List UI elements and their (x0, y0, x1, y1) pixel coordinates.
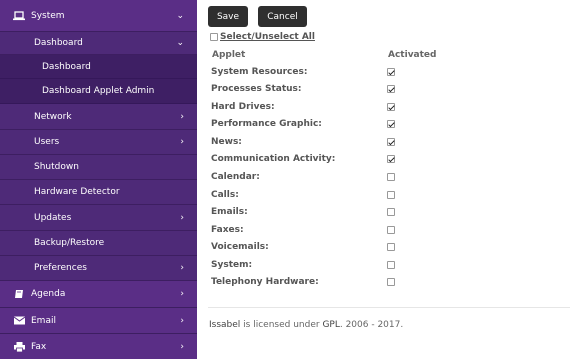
applet-checkbox[interactable] (387, 120, 395, 128)
column-header-applet: Applet (212, 50, 246, 60)
sidebar-item-label: Dashboard (42, 61, 91, 72)
select-all-link[interactable]: Select/Unselect All (220, 32, 315, 42)
applet-label: Processes Status: (211, 84, 302, 94)
footer-text: . 2006 - 2017. (339, 320, 404, 330)
applet-label: Performance Graphic: (211, 119, 322, 129)
printer-icon (13, 341, 25, 352)
sidebar-item-label: Updates (34, 212, 72, 223)
cancel-button[interactable]: Cancel (258, 6, 307, 27)
applet-checkbox[interactable] (387, 85, 395, 93)
applet-checkbox[interactable] (387, 226, 395, 234)
applet-checkbox[interactable] (387, 278, 395, 286)
sidebar-item-fax[interactable]: Fax › (0, 334, 197, 359)
sidebar-item-dashboard[interactable]: Dashboard ⌄ (0, 32, 197, 55)
chevron-right-icon: › (180, 341, 184, 352)
sidebar-item-label: Backup/Restore (34, 238, 105, 248)
sidebar-item-email[interactable]: Email › (0, 308, 197, 334)
sidebar-item-hardware-detector[interactable]: Hardware Detector (0, 180, 197, 205)
sidebar-item-label: Preferences (34, 263, 87, 273)
applet-checkbox[interactable] (387, 243, 395, 251)
column-header-activated: Activated (388, 50, 437, 60)
book-icon (13, 289, 25, 299)
footer: Issabel is licensed under GPL. 2006 - 20… (209, 320, 403, 330)
issabel-link[interactable]: Issabel (209, 320, 240, 330)
sidebar: System ⌄ Dashboard ⌄ Dashboard Dashboard… (0, 0, 197, 359)
applet-label: Calls: (211, 190, 239, 200)
sidebar-item-label: Users (34, 137, 60, 147)
chevron-right-icon: › (180, 111, 184, 122)
applet-label: Faxes: (211, 225, 244, 235)
sidebar-item-agenda[interactable]: Agenda › (0, 281, 197, 308)
applet-label: News: (211, 137, 242, 147)
applet-label: Emails: (211, 207, 248, 217)
applet-label: Hard Drives: (211, 102, 275, 112)
footer-text: is licensed under (240, 320, 323, 330)
sidebar-item-label: Dashboard (34, 38, 83, 48)
chevron-down-icon: ⌄ (176, 10, 184, 21)
sidebar-item-label: Fax (31, 341, 47, 352)
sidebar-item-preferences[interactable]: Preferences › (0, 256, 197, 281)
applet-checkbox[interactable] (387, 208, 395, 216)
chevron-down-icon: ⌄ (176, 38, 184, 48)
applet-checkbox[interactable] (387, 261, 395, 269)
applet-checkbox[interactable] (387, 138, 395, 146)
applet-label: Telephony Hardware: (211, 277, 319, 287)
chevron-right-icon: › (180, 212, 184, 223)
laptop-icon (13, 10, 25, 21)
sidebar-item-label: Email (31, 315, 56, 326)
applet-checkbox[interactable] (387, 173, 395, 181)
sidebar-item-label: Hardware Detector (34, 187, 120, 197)
applet-label: Calendar: (211, 172, 260, 182)
applet-checkbox[interactable] (387, 68, 395, 76)
applet-checkbox[interactable] (387, 103, 395, 111)
chevron-right-icon: › (180, 315, 184, 326)
gpl-link[interactable]: GPL (322, 320, 339, 330)
sidebar-item-label: System (31, 10, 65, 21)
save-button[interactable]: Save (208, 6, 248, 27)
envelope-icon (13, 316, 25, 326)
divider (208, 307, 570, 308)
chevron-right-icon: › (180, 137, 184, 147)
sidebar-item-label: Shutdown (34, 162, 79, 172)
sidebar-item-label: Agenda (31, 289, 66, 299)
applet-label: Communication Activity: (211, 154, 336, 164)
sidebar-item-shutdown[interactable]: Shutdown (0, 155, 197, 180)
applet-label: System Resources: (211, 67, 308, 77)
applet-checkbox[interactable] (387, 155, 395, 163)
select-all-checkbox[interactable] (210, 33, 218, 41)
sidebar-item-backup-restore[interactable]: Backup/Restore (0, 231, 197, 256)
sidebar-item-label: Dashboard Applet Admin (42, 86, 155, 96)
chevron-right-icon: › (180, 263, 184, 273)
applet-checkbox[interactable] (387, 191, 395, 199)
applet-label: System: (211, 260, 253, 270)
sidebar-item-dashboard-sub[interactable]: Dashboard (0, 55, 197, 79)
select-all-row: Select/Unselect All (210, 32, 315, 42)
sidebar-item-system[interactable]: System ⌄ (0, 0, 197, 32)
sidebar-item-label: Network (34, 111, 72, 122)
sidebar-item-updates[interactable]: Updates › (0, 205, 197, 231)
sidebar-item-dashboard-applet-admin[interactable]: Dashboard Applet Admin (0, 79, 197, 104)
sidebar-item-users[interactable]: Users › (0, 130, 197, 155)
chevron-right-icon: › (180, 289, 184, 299)
applet-label: Voicemails: (211, 242, 269, 252)
sidebar-item-network[interactable]: Network › (0, 104, 197, 130)
